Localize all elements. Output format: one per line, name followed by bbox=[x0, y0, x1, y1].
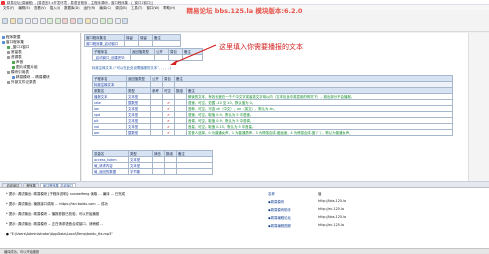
folder-icon bbox=[7, 56, 10, 59]
output-link-url[interactable]: http://ec.125.la bbox=[318, 207, 344, 211]
save-icon[interactable] bbox=[17, 17, 23, 24]
redo-icon[interactable] bbox=[54, 17, 61, 24]
replace-icon[interactable] bbox=[92, 17, 98, 24]
right-dock-panel bbox=[468, 33, 489, 181]
code-line-call[interactable]: 标准注释文本 (“可以在此处设置播报的文本”, , , , , ) bbox=[92, 65, 171, 70]
folder-icon bbox=[12, 76, 15, 79]
step-over-icon[interactable] bbox=[99, 17, 106, 24]
assembly-table: 窗口程序集名 保留 保留 备注 窗口程序集_启动窗口 bbox=[84, 34, 181, 47]
paste-icon[interactable] bbox=[39, 17, 46, 24]
breakpoint-icon[interactable] bbox=[114, 17, 121, 24]
help-icon[interactable] bbox=[122, 17, 128, 24]
assembly-name-cell[interactable]: 窗口程序集_启动窗口 bbox=[84, 40, 125, 47]
output-row: * 提示: 调试输出: 播报接口调用 ... https://tsn.baidu… bbox=[6, 202, 108, 206]
sub-top-name-cell[interactable]: _启动窗口_创建完毕 bbox=[92, 54, 131, 61]
status-bar: 编译成功，可以开始播报 bbox=[0, 248, 489, 254]
new-file-icon[interactable] bbox=[2, 17, 8, 24]
folder-icon bbox=[2, 41, 5, 44]
folder-icon bbox=[7, 46, 10, 49]
annotation-text: 这里填入你需要播报的文本 bbox=[219, 43, 303, 51]
output-row: * 提示: 调试输出: 精易模块 -- 正在请求语音合成接口，请稍候 ... bbox=[6, 222, 104, 226]
output-link-url[interactable]: http://bbs.125.la bbox=[318, 199, 346, 203]
vars-table: 变量名 类型 静态 数组 备注 access_token 文本型 局_请求内容 文本型… bbox=[92, 150, 213, 175]
output-link-url[interactable]: http://ec.125.la bbox=[318, 223, 344, 227]
project-tree-panel: 程序数据 窗口程序集 _窗口1窗口 常量表 资源表 声音 图片或图片组 模块引用表… bbox=[0, 33, 81, 181]
stop-icon[interactable] bbox=[69, 17, 76, 24]
output-row: * 提示: 调试输出: 精易模块 -- 播报参数已校验，可以开始播报 bbox=[6, 212, 100, 216]
output-link-name: ◆精易编程论坛 bbox=[268, 216, 291, 220]
code-editor[interactable]: 窗口程序集名 保留 保留 备注 窗口程序集_启动窗口 子程序名 返回值类型 公开… bbox=[82, 33, 489, 181]
app-icon bbox=[1, 0, 5, 5]
sub-top-public-cell[interactable] bbox=[154, 54, 169, 61]
var-note-cell[interactable] bbox=[176, 168, 213, 175]
find-icon[interactable] bbox=[84, 17, 91, 24]
var-arr-cell[interactable] bbox=[164, 168, 177, 175]
output-link-name: ◆精易编程视频 bbox=[268, 224, 291, 228]
param-arr-cell[interactable] bbox=[174, 129, 187, 136]
copy-icon[interactable] bbox=[32, 17, 38, 24]
folder-icon bbox=[2, 36, 5, 39]
output-link-name: ◆精易模块助手 bbox=[268, 208, 291, 212]
output-row: * 提示: 调试输出: 精易模块 [子程序说明]: sunweifeng 读取 … bbox=[6, 192, 126, 196]
watermark-banner: 精易论坛 bbs.125.la 模块版本:6.2.0 bbox=[186, 7, 303, 15]
folder-icon bbox=[12, 66, 15, 69]
var-name-cell[interactable]: 局_返回的数据 bbox=[92, 168, 129, 175]
param-row[interactable]: per 整数型 ✔ 发音人选择，0 为普通女声，1 为普通男声，3 为情感合成-度逍遥… bbox=[92, 129, 453, 136]
param-ref-cell[interactable] bbox=[150, 129, 163, 136]
compile-icon[interactable] bbox=[77, 17, 83, 24]
output-link-name: ◆精易模块 bbox=[268, 200, 285, 204]
sub-top-return-cell[interactable] bbox=[130, 54, 155, 61]
param-note-cell[interactable]: 发音人选择，0 为普通女声，1 为普通男声，3 为情感合成-度逍遥，4 为情感合… bbox=[186, 129, 453, 136]
sub-table-main: 子程序名 返回值类型 公开 易包 备注 标准注释文本 参数名 类型 参考 可空 … bbox=[92, 75, 453, 136]
output-link-url[interactable]: 值 bbox=[318, 191, 321, 196]
run-icon[interactable] bbox=[62, 17, 68, 24]
param-type-cell[interactable]: 整数型 bbox=[126, 129, 151, 136]
tree-item-label: 外部文件记录表 bbox=[11, 80, 37, 84]
folder-icon bbox=[7, 71, 10, 74]
output-link-url[interactable]: http://bbs.125.la bbox=[318, 215, 346, 219]
var-type-cell[interactable]: 字节集 bbox=[128, 168, 153, 175]
param-name-cell[interactable]: per bbox=[92, 129, 127, 136]
undo-icon[interactable] bbox=[47, 17, 53, 24]
var-row[interactable]: 局_返回的数据 字节集 bbox=[92, 168, 213, 175]
output-link-name: 名称 bbox=[268, 192, 275, 196]
var-static-cell[interactable] bbox=[152, 168, 165, 175]
output-path-line: ● "E:\Users\Administrator\AppData\Local\… bbox=[6, 232, 113, 236]
folder-icon bbox=[7, 81, 10, 84]
annotation-arrow-icon bbox=[170, 44, 217, 65]
folder-icon bbox=[7, 51, 10, 54]
step-into-icon[interactable] bbox=[107, 17, 113, 24]
assembly-keep2-cell[interactable] bbox=[138, 40, 153, 47]
open-folder-icon[interactable] bbox=[9, 17, 16, 24]
param-opt-cell[interactable]: ✔ bbox=[162, 129, 175, 136]
assembly-keep1-cell[interactable] bbox=[124, 40, 139, 47]
tree-item[interactable]: 外部文件记录表 bbox=[7, 80, 36, 85]
folder-icon bbox=[12, 61, 15, 64]
output-panel: ● "E:\Users\Administrator\AppData\Local\… bbox=[0, 187, 489, 248]
cut-icon[interactable] bbox=[24, 17, 31, 24]
